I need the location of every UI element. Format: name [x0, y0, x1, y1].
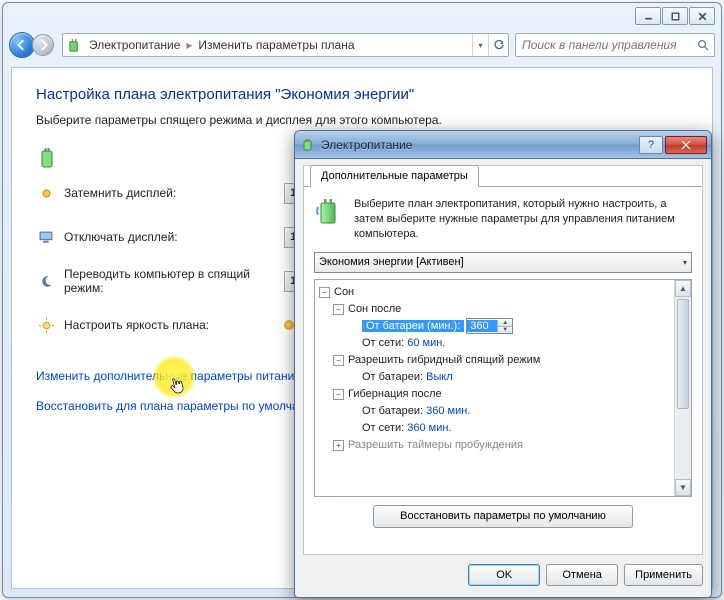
- tree-value[interactable]: Выкл: [426, 371, 453, 383]
- row-label: Настроить яркость плана:: [64, 318, 284, 332]
- help-button[interactable]: ?: [639, 136, 663, 154]
- tab-content: Выберите план электропитания, который ну…: [304, 187, 702, 554]
- tree-value[interactable]: 360 мин.: [426, 405, 470, 417]
- spin-up[interactable]: ▲: [497, 320, 512, 327]
- tree-item-hybrid-batt[interactable]: От батареи:: [362, 371, 423, 383]
- expander-icon[interactable]: −: [333, 355, 344, 366]
- tree-node-hybrid[interactable]: Разрешить гибридный спящий режим: [348, 354, 540, 366]
- expander-icon[interactable]: −: [333, 304, 344, 315]
- settings-tree: −Сон −Сон после От батареи (мин.): 360 ▲…: [314, 279, 692, 497]
- page-subtitle: Выберите параметры спящего режима и дисп…: [36, 113, 688, 127]
- expander-icon[interactable]: +: [333, 440, 344, 451]
- power-plan-icon: [63, 38, 85, 53]
- moon-icon: [36, 274, 56, 289]
- restore-defaults-button[interactable]: Восстановить параметры по умолчанию: [373, 505, 633, 528]
- apply-button[interactable]: Применить: [624, 564, 703, 586]
- close-button[interactable]: [689, 7, 715, 25]
- row-label: Отключать дисплей:: [64, 230, 284, 244]
- dialog-close-button[interactable]: [665, 136, 707, 154]
- scroll-down[interactable]: ▼: [675, 479, 691, 496]
- plan-select-dropdown[interactable]: Экономия энергии [Активен]▾: [314, 252, 692, 273]
- monitor-icon: [36, 230, 56, 245]
- spin-down[interactable]: ▼: [497, 327, 512, 333]
- chevron-right-icon: ▸: [184, 38, 194, 52]
- search-box[interactable]: [515, 33, 715, 57]
- refresh-button[interactable]: [488, 34, 508, 56]
- row-label: Затемнить дисплей:: [64, 186, 284, 200]
- tree-value[interactable]: 360 мин.: [407, 422, 451, 434]
- brightness-indicator: [284, 320, 294, 330]
- breadcrumb-page[interactable]: Изменить параметры плана: [194, 38, 358, 52]
- tree-node-sleep[interactable]: Сон: [334, 286, 354, 298]
- ok-button[interactable]: OK: [468, 564, 540, 586]
- cancel-button[interactable]: Отмена: [546, 564, 618, 586]
- maximize-button[interactable]: [662, 7, 688, 25]
- dialog-button-bar: OK Отмена Применить: [303, 561, 703, 589]
- expander-icon[interactable]: −: [319, 287, 330, 298]
- expander-icon[interactable]: −: [333, 389, 344, 400]
- forward-button[interactable]: [32, 34, 54, 56]
- tree-value[interactable]: 60 мин.: [407, 337, 445, 349]
- dim-icon: [36, 186, 56, 201]
- row-label: Переводить компьютер в спящий режим:: [64, 267, 284, 295]
- battery-large-icon: [314, 197, 346, 232]
- tree-item-hib-batt[interactable]: От батареи:: [362, 405, 423, 417]
- scroll-thumb[interactable]: [677, 299, 689, 409]
- minimize-button[interactable]: [635, 7, 661, 25]
- address-dropdown[interactable]: ▾: [472, 34, 488, 56]
- tree-scrollbar[interactable]: ▲ ▼: [674, 280, 691, 496]
- window-controls: [635, 7, 715, 25]
- tree-item-ac[interactable]: От сети:: [362, 337, 404, 349]
- dialog-description: Выберите план электропитания, который ну…: [354, 197, 692, 242]
- tree-node-wake-timers[interactable]: Разрешить таймеры пробуждения: [348, 439, 523, 451]
- tree-item-hib-ac[interactable]: От сети:: [362, 422, 404, 434]
- scroll-up[interactable]: ▲: [675, 280, 691, 297]
- search-input[interactable]: [516, 38, 692, 52]
- sun-icon: [36, 318, 56, 333]
- highlight-marker: [152, 355, 196, 399]
- power-icon: [299, 138, 317, 152]
- window-titlebar: [3, 3, 721, 29]
- search-icon: [692, 39, 714, 52]
- battery-minutes-spinner[interactable]: 360 ▲▼: [466, 318, 513, 334]
- tree-item-battery-minutes[interactable]: От батареи (мин.):: [362, 320, 464, 332]
- tree-node-sleep-after[interactable]: Сон после: [348, 303, 401, 315]
- page-title: Настройка плана электропитания "Экономия…: [36, 86, 688, 103]
- power-options-dialog: Электропитание ? Дополнительные параметр…: [294, 130, 712, 598]
- breadcrumb-root[interactable]: Электропитание: [85, 38, 184, 52]
- dialog-body: Дополнительные параметры Выберите план э…: [303, 165, 703, 555]
- nav-bar: Электропитание ▸ Изменить параметры план…: [9, 29, 715, 61]
- address-bar[interactable]: Электропитание ▸ Изменить параметры план…: [62, 33, 509, 57]
- tree-node-hibernate[interactable]: Гибернация после: [348, 388, 442, 400]
- dialog-title: Электропитание: [317, 138, 639, 152]
- tab-advanced[interactable]: Дополнительные параметры: [310, 165, 479, 187]
- dialog-titlebar[interactable]: Электропитание ?: [295, 131, 711, 159]
- battery-icon: [36, 147, 58, 174]
